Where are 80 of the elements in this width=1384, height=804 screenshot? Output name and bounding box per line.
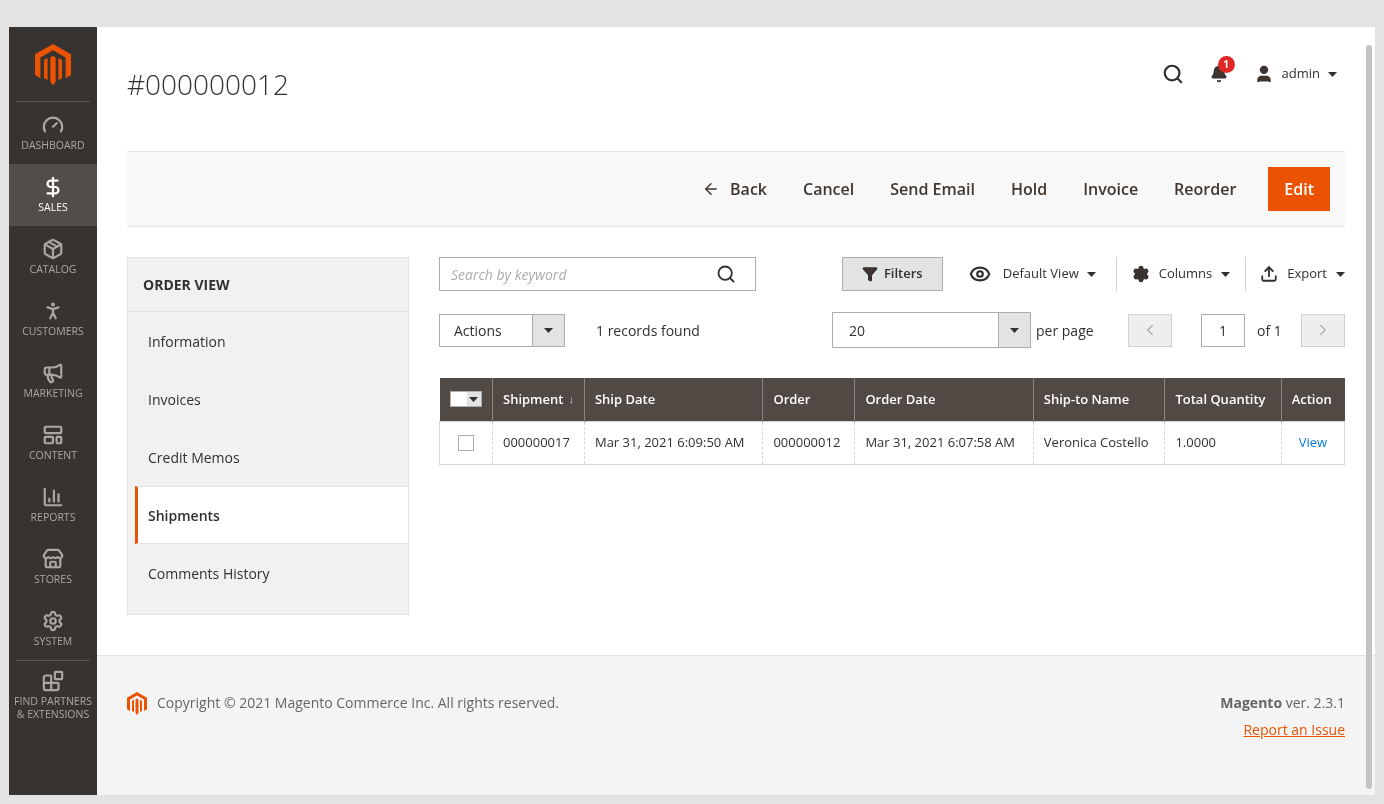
bar-chart-icon: [42, 486, 64, 509]
action-button[interactable]: Hold: [994, 167, 1064, 211]
records-count: 1 records found: [596, 319, 700, 341]
table-cell: 1.0000: [1164, 421, 1282, 464]
column-header[interactable]: Ship Date: [584, 378, 763, 421]
order-view-tab[interactable]: Information: [128, 312, 408, 370]
logo-icon: [127, 692, 147, 715]
actions-dropdown[interactable]: Actions: [439, 313, 565, 347]
per-page-label: per page: [1036, 319, 1095, 341]
storefront-icon: [42, 548, 64, 571]
megaphone-icon: [42, 362, 64, 385]
export-menu[interactable]: Export: [1246, 257, 1345, 291]
table-cell: Mar 31, 2021 6:07:58 AM: [854, 421, 1034, 464]
sidebar-item[interactable]: SYSTEM: [9, 598, 97, 661]
table-cell: 000000012: [762, 421, 855, 464]
layout-icon: [42, 424, 64, 447]
caret-icon: [1086, 271, 1096, 277]
sidebar-item[interactable]: DASHBOARD: [9, 102, 97, 165]
column-header[interactable]: Order: [762, 378, 855, 421]
box-icon: [42, 238, 64, 261]
sidebar-item[interactable]: CUSTOMERS: [9, 288, 97, 351]
copyright-text: Copyright © 2021 Magento Commerce Inc. All rights reserved.: [157, 692, 559, 713]
action-button[interactable]: Send Email: [874, 167, 991, 211]
filters-button[interactable]: Filters: [841, 257, 943, 291]
upload-icon: [1260, 265, 1279, 283]
version-text: Magento ver. 2.3.1: [1220, 692, 1345, 713]
row-checkbox[interactable]: [458, 435, 474, 452]
panel-title: ORDER VIEW: [128, 258, 408, 312]
caret-icon: [1336, 271, 1345, 277]
previous-page-button[interactable]: [1128, 313, 1172, 347]
action-button[interactable]: Reorder: [1158, 167, 1253, 211]
table-cell: Mar 31, 2021 6:09:50 AM: [584, 421, 763, 464]
sort-arrow: ↓: [568, 391, 574, 408]
order-view-tab[interactable]: Invoices: [128, 370, 408, 428]
sidebar-item[interactable]: REPORTS: [9, 474, 97, 537]
sidebar-item[interactable]: FIND PARTNERS & EXTENSIONS: [9, 661, 97, 730]
select-all-control[interactable]: [449, 391, 482, 408]
sidebar-item[interactable]: CONTENT: [9, 412, 97, 475]
view-menu[interactable]: Default View: [968, 257, 1117, 291]
column-header[interactable]: Shipment ↓: [492, 378, 585, 421]
columns-menu[interactable]: Columns: [1116, 257, 1247, 291]
scrollbar[interactable]: [1366, 45, 1372, 789]
search-icon: [1161, 63, 1184, 85]
action-button[interactable]: Cancel: [787, 167, 871, 211]
logo-icon: [35, 44, 71, 86]
column-header[interactable]: Action: [1281, 378, 1345, 421]
column-header[interactable]: Order Date: [854, 378, 1034, 421]
caret-icon: [1221, 271, 1231, 277]
search-field[interactable]: Search by keyword: [439, 257, 756, 291]
caret-icon: [1328, 71, 1337, 77]
blocks-icon: [42, 669, 64, 692]
page-total: of 1: [1257, 319, 1283, 341]
user-menu[interactable]: admin: [1253, 64, 1337, 84]
table-cell: 000000017: [492, 421, 585, 464]
per-page-dropdown[interactable]: 20: [832, 312, 1031, 348]
gear-icon: [1131, 265, 1150, 283]
caret-icon: [544, 327, 553, 333]
sidebar-item[interactable]: MARKETING: [9, 350, 97, 413]
filter-icon: [861, 266, 878, 282]
next-page-button[interactable]: [1301, 313, 1345, 347]
order-view-tab[interactable]: Shipments: [135, 486, 408, 544]
column-header[interactable]: Ship-to Name: [1033, 378, 1165, 421]
notification-badge: 1: [1217, 56, 1235, 73]
order-view-tab[interactable]: Credit Memos: [128, 428, 408, 486]
sidebar-item[interactable]: SALES: [9, 164, 97, 227]
table-cell: Veronica Costello: [1033, 421, 1165, 464]
page-title: #000000012: [127, 64, 289, 105]
page-field[interactable]: 1: [1201, 313, 1245, 347]
order-view-tab[interactable]: Comments History: [128, 544, 408, 602]
column-header[interactable]: Total Quantity: [1164, 378, 1282, 421]
action-button[interactable]: Invoice: [1067, 167, 1155, 211]
back-button[interactable]: Back: [686, 167, 783, 211]
search-icon: [716, 264, 736, 284]
caret-icon: [1010, 327, 1019, 333]
sidebar-item[interactable]: STORES: [9, 536, 97, 599]
sidebar-item[interactable]: CATALOG: [9, 226, 97, 289]
settings-icon: [42, 610, 64, 633]
edit-button[interactable]: Edit: [1268, 167, 1330, 211]
view-link[interactable]: View: [1298, 432, 1328, 451]
caret-icon: [469, 396, 479, 402]
